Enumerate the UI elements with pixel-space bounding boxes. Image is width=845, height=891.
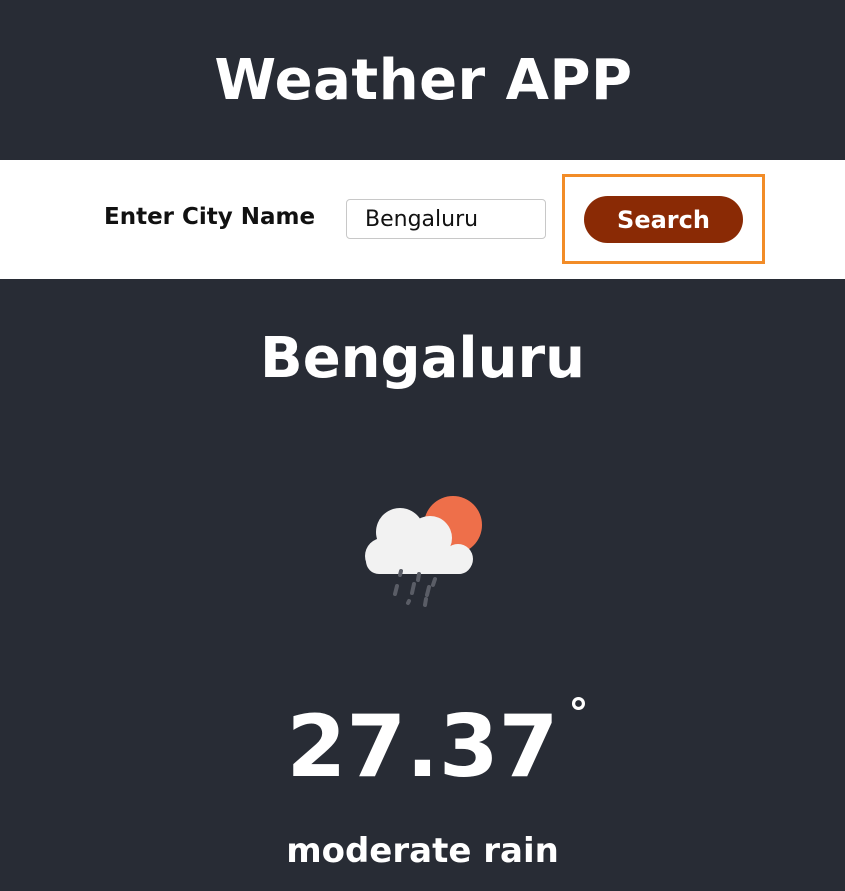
cloud-sun-rain-icon xyxy=(358,490,488,615)
degree-symbol: ° xyxy=(568,691,589,737)
weather-description: moderate rain xyxy=(286,831,559,871)
app-header: Weather APP xyxy=(0,0,845,160)
app-title: Weather APP xyxy=(214,47,633,113)
temperature-number: 27.37 xyxy=(286,697,559,797)
search-button[interactable]: Search xyxy=(584,196,743,243)
temperature-display: 27.37 ° xyxy=(0,691,845,799)
city-name-label: Enter City Name xyxy=(104,204,316,230)
city-input[interactable] xyxy=(346,199,546,239)
weather-app: Weather APP Enter City Name Search Benga… xyxy=(0,0,845,891)
city-name: Bengaluru xyxy=(260,326,585,391)
search-bar: Enter City Name Search xyxy=(0,160,845,279)
temperature-value: 27.37 ° xyxy=(286,691,588,799)
